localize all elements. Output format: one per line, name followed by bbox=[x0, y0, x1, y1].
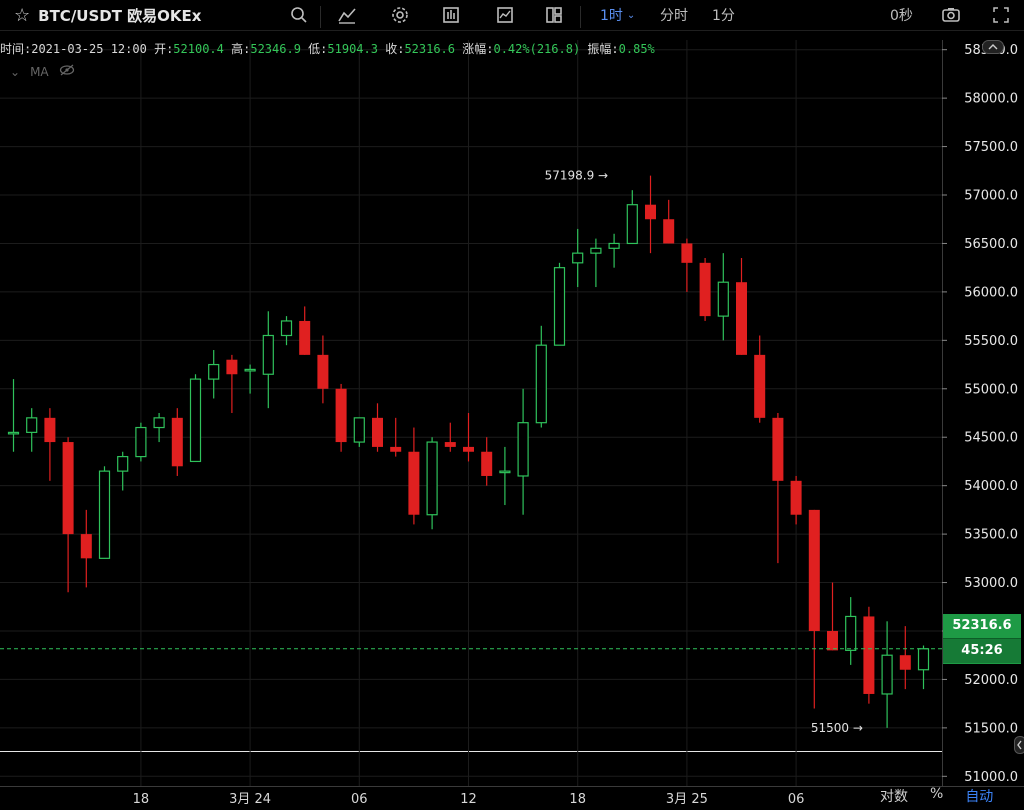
candle-body bbox=[208, 363, 220, 380]
chevron-down-icon[interactable]: ⌄ bbox=[10, 65, 20, 79]
candle-body bbox=[863, 616, 875, 694]
candle-body bbox=[790, 480, 802, 515]
candle-body bbox=[553, 267, 566, 346]
auto-scale-toggle[interactable]: 自动 bbox=[965, 786, 993, 810]
x-tick-label: 18 bbox=[569, 792, 586, 807]
candle-body bbox=[736, 282, 747, 355]
y-tick-label: 54500.0 bbox=[964, 431, 1018, 446]
candle-body bbox=[262, 334, 274, 375]
candle-body bbox=[608, 242, 620, 249]
candle-body bbox=[827, 630, 838, 651]
y-tick-label: 53000.0 bbox=[964, 576, 1018, 591]
candle-body bbox=[699, 262, 711, 317]
candle-body bbox=[590, 247, 602, 254]
ma-legend: ⌄ MA bbox=[10, 64, 75, 79]
x-tick-label: 3月 25 bbox=[666, 792, 708, 807]
candle-body bbox=[645, 204, 656, 220]
candle-body bbox=[280, 320, 293, 337]
extreme-annotation: 57198.9 → bbox=[545, 169, 609, 183]
y-tick-label: 51500.0 bbox=[964, 721, 1018, 736]
candle-body bbox=[244, 368, 256, 372]
candle-body bbox=[899, 655, 911, 670]
candle-body bbox=[153, 417, 165, 429]
candle-body bbox=[353, 417, 365, 443]
candle-body bbox=[663, 219, 675, 244]
candle-body bbox=[226, 359, 238, 375]
extreme-annotation: 51500 → bbox=[811, 721, 863, 735]
eye-off-icon[interactable] bbox=[59, 64, 75, 79]
candle-body bbox=[572, 252, 584, 264]
y-tick-label: 55500.0 bbox=[964, 334, 1018, 349]
x-tick-label: 06 bbox=[351, 792, 368, 807]
candle-body bbox=[754, 354, 766, 418]
y-tick-label: 54000.0 bbox=[964, 479, 1018, 494]
x-tick-label: 18 bbox=[133, 792, 150, 807]
candle-body bbox=[98, 470, 111, 559]
info-close: 52316.6 bbox=[404, 42, 456, 56]
candle-body bbox=[62, 442, 74, 535]
candle-countdown: 45:26 bbox=[943, 638, 1021, 663]
scroll-left-icon[interactable] bbox=[1014, 736, 1024, 757]
candlestick-chart[interactable]: 51000.051500.052000.052500.053000.053500… bbox=[0, 0, 1024, 810]
y-tick-label: 55000.0 bbox=[964, 382, 1018, 397]
axis-controls: 对数 % 自动 bbox=[880, 786, 993, 810]
candle-body bbox=[517, 422, 529, 477]
y-tick-label: 57500.0 bbox=[964, 140, 1018, 155]
candle-body bbox=[881, 654, 893, 695]
candle-body bbox=[772, 417, 784, 481]
y-tick-label: 58000.0 bbox=[964, 92, 1018, 107]
candle-body bbox=[444, 442, 456, 447]
candle-body bbox=[372, 417, 383, 447]
candle-body bbox=[681, 243, 693, 263]
x-tick-label: 3月 24 bbox=[229, 792, 271, 807]
candle-body bbox=[463, 446, 474, 452]
percent-scale-toggle[interactable]: % bbox=[930, 786, 943, 810]
y-tick-label: 56000.0 bbox=[964, 285, 1018, 300]
x-tick-label: 06 bbox=[788, 792, 805, 807]
candle-body bbox=[317, 354, 329, 389]
candle-body bbox=[426, 441, 438, 516]
info-high: 52346.9 bbox=[250, 42, 301, 56]
ma-label: MA bbox=[30, 64, 49, 79]
candle-body bbox=[626, 204, 638, 245]
info-change: 0.42%(216.8) bbox=[493, 42, 581, 56]
candle-body bbox=[44, 417, 56, 443]
candle-body bbox=[535, 344, 547, 424]
candle-body bbox=[808, 509, 820, 631]
candle-body bbox=[135, 426, 147, 458]
candle-body bbox=[481, 451, 493, 476]
candle-body bbox=[80, 534, 92, 559]
ohlc-info-bar: 时间:2021-03-25 12:00 开:52100.4 高:52346.9 … bbox=[0, 42, 655, 56]
candle-body bbox=[917, 648, 930, 671]
candle-body bbox=[171, 417, 183, 467]
y-tick-label: 53500.0 bbox=[964, 528, 1018, 543]
y-tick-label: 56500.0 bbox=[964, 237, 1018, 252]
candle-body bbox=[117, 455, 129, 472]
y-tick-label: 51000.0 bbox=[964, 770, 1018, 785]
info-time: 2021-03-25 12:00 bbox=[31, 42, 147, 56]
candle-body bbox=[845, 615, 857, 651]
candle-body bbox=[26, 417, 38, 433]
current-price-badge: 52316.6 45:26 bbox=[943, 614, 1021, 664]
y-tick-label: 57000.0 bbox=[964, 189, 1018, 204]
info-low: 51904.3 bbox=[327, 42, 378, 56]
candle-body bbox=[499, 470, 511, 474]
candle-body bbox=[408, 451, 420, 515]
current-price: 52316.6 bbox=[952, 618, 1012, 633]
y-tick-label: 52000.0 bbox=[964, 673, 1018, 688]
info-open: 52100.4 bbox=[173, 42, 224, 56]
candle-body bbox=[335, 388, 347, 443]
collapse-up-icon[interactable] bbox=[982, 40, 1004, 57]
info-amplitude: 0.85% bbox=[618, 42, 655, 56]
candle-body bbox=[7, 431, 20, 435]
candle-body bbox=[717, 281, 729, 317]
x-tick-label: 12 bbox=[460, 792, 477, 807]
log-scale-toggle[interactable]: 对数 bbox=[880, 786, 908, 810]
candle-body bbox=[390, 446, 402, 452]
candle-body bbox=[299, 320, 311, 355]
candle-body bbox=[189, 378, 202, 463]
